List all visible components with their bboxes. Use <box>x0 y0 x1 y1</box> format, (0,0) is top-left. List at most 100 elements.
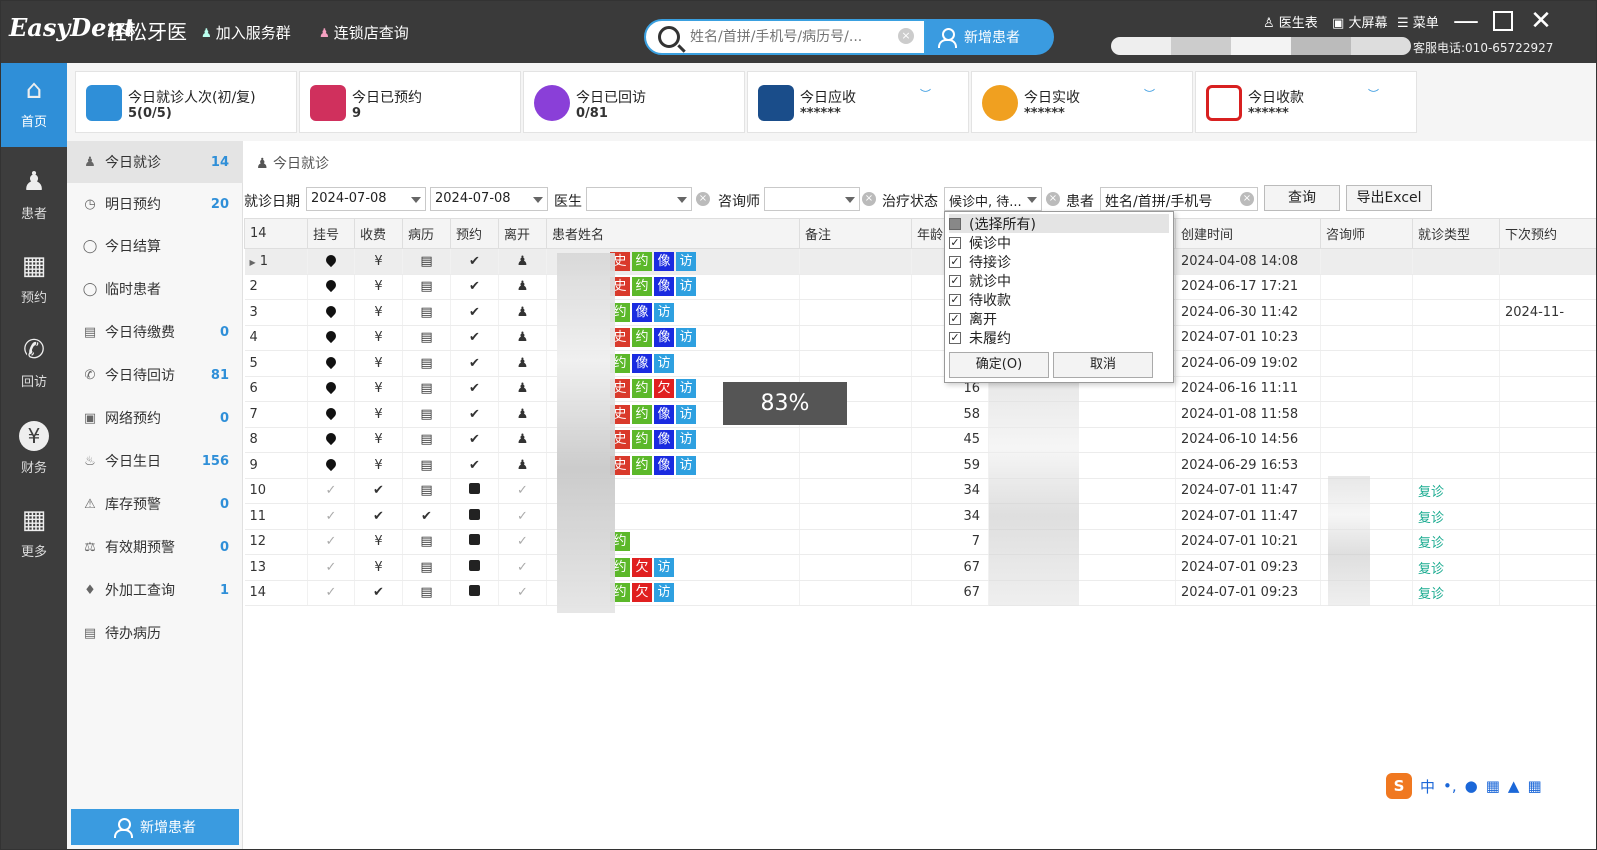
status-option-to-collect[interactable]: ✓ 待收款 <box>949 290 1169 309</box>
register-cell[interactable] <box>307 274 355 300</box>
appointment-cell[interactable]: ✔ <box>450 452 499 479</box>
table-row[interactable]: ▶ 1 ¥ ▤ ✔ ♟ 史约像访 2024-04-08 14:08 <box>244 248 1596 275</box>
stat-today-collected[interactable]: 今日收款 ****** ︶ <box>1195 71 1417 133</box>
menu-today-settlement[interactable]: ◯ 今日结算 <box>67 225 243 267</box>
record-cell[interactable]: ▤ <box>402 274 451 300</box>
keyboard-icon[interactable]: ▦ <box>1486 777 1500 795</box>
patient-tag[interactable]: 像 <box>654 430 674 450</box>
status-option-select-all[interactable]: (选择所有) <box>949 214 1169 233</box>
fee-cell[interactable]: ¥ <box>354 350 403 377</box>
clear-status-icon[interactable]: × <box>1046 192 1060 206</box>
eye-closed-icon[interactable]: ︶ <box>1144 86 1155 102</box>
col-remark[interactable]: 备注 <box>799 218 912 249</box>
record-cell[interactable]: ▤ <box>402 580 451 606</box>
chain-query-link[interactable]: ♟ 连锁店查询 <box>319 22 409 43</box>
record-cell[interactable]: ▤ <box>402 529 451 555</box>
register-cell[interactable]: ✓ <box>307 503 355 530</box>
patient-tag[interactable]: 访 <box>676 455 696 475</box>
col-register[interactable]: 挂号 <box>307 218 355 249</box>
patient-tag[interactable]: 约 <box>632 455 652 475</box>
fee-cell[interactable]: ✔ <box>354 503 403 530</box>
table-row[interactable]: 5 ¥ ▤ ✔ ♟ 约像访 2024-06-09 19:02 <box>244 350 1596 377</box>
shirt-icon[interactable]: ▲ <box>1508 777 1520 795</box>
patient-search-box[interactable]: × <box>644 19 926 55</box>
record-cell[interactable]: ▤ <box>402 401 451 428</box>
appointment-cell[interactable] <box>450 529 499 555</box>
register-cell[interactable]: ✓ <box>307 580 355 606</box>
record-cell[interactable]: ▤ <box>402 554 451 581</box>
register-cell[interactable] <box>307 452 355 479</box>
record-cell[interactable]: ✔ <box>402 503 451 530</box>
appointment-cell[interactable]: ✔ <box>450 299 499 326</box>
col-record[interactable]: 病历 <box>402 218 451 249</box>
patient-tag[interactable]: 访 <box>676 404 696 424</box>
status-option-waiting[interactable]: ✓ 候诊中 <box>949 233 1169 252</box>
appointment-cell[interactable]: ✔ <box>450 401 499 428</box>
date-from-select[interactable]: 2024-07-08 <box>306 187 426 211</box>
stat-today-visits[interactable]: 今日就诊人次(初/复) 5(0/5) <box>75 71 297 133</box>
status-select[interactable]: 候诊中, 待... <box>944 187 1042 211</box>
patient-tag[interactable]: 像 <box>654 455 674 475</box>
patient-tag[interactable]: 欠 <box>654 379 674 399</box>
register-cell[interactable]: ✓ <box>307 478 355 504</box>
register-cell[interactable] <box>307 427 355 453</box>
register-cell[interactable] <box>307 248 355 275</box>
fee-cell[interactable]: ¥ <box>354 274 403 300</box>
appointment-cell[interactable]: ✔ <box>450 248 499 275</box>
maximize-icon[interactable] <box>1488 7 1518 37</box>
patient-filter-input[interactable]: 姓名/首拼/手机号 <box>1100 187 1258 211</box>
menu-expiry-warning[interactable]: ⚖ 有效期预警 0 <box>67 526 243 568</box>
nav-finance[interactable]: ¥ 财务 <box>1 409 67 493</box>
appointment-cell[interactable]: ✔ <box>450 350 499 377</box>
table-row[interactable]: 2 ¥ ▤ ✔ ♟ 史约像访 2024-06-17 17:21 <box>244 274 1596 300</box>
patient-tag[interactable]: 访 <box>654 583 674 603</box>
menu-link[interactable]: ☰ 菜单 <box>1397 12 1439 31</box>
fee-cell[interactable]: ✔ <box>354 478 403 504</box>
patient-tag[interactable]: 像 <box>654 328 674 348</box>
leave-cell[interactable]: ♟ <box>498 376 547 402</box>
leave-cell[interactable]: ♟ <box>498 452 547 479</box>
clear-patient-icon[interactable]: × <box>1240 192 1254 206</box>
menu-tomorrow-appointments[interactable]: ◷ 明日预约 20 <box>67 183 243 225</box>
status-option-no-show[interactable]: ✓ 未履约 <box>949 328 1169 347</box>
dropdown-cancel-button[interactable]: 取消 <box>1053 352 1153 378</box>
col-created[interactable]: 创建时间 <box>1175 218 1321 249</box>
nav-appointments[interactable]: ▦ 预约 <box>1 239 67 323</box>
record-cell[interactable]: ▤ <box>402 452 451 479</box>
leave-cell[interactable]: ✓ <box>498 554 547 581</box>
status-option-to-receive[interactable]: ✓ 待接诊 <box>949 252 1169 271</box>
menu-pending-records[interactable]: ▤ 待办病历 <box>67 612 243 654</box>
ime-mode[interactable]: 中 <box>1420 776 1435 797</box>
col-patient-name[interactable]: 患者姓名 <box>546 218 800 249</box>
fee-cell[interactable]: ¥ <box>354 554 403 581</box>
table-row[interactable]: 9 ¥ ▤ ✔ ♟ 史约像访 59 2024-06-29 16:53 <box>244 452 1596 479</box>
leave-cell[interactable]: ✓ <box>498 478 547 504</box>
table-row[interactable]: 11 ✓ ✔ ✔ ✓ 34 2024-07-01 11:47 复诊 <box>244 503 1596 530</box>
fee-cell[interactable]: ¥ <box>354 299 403 326</box>
col-leave[interactable]: 离开 <box>498 218 547 249</box>
patient-tag[interactable]: 像 <box>654 251 674 271</box>
register-cell[interactable] <box>307 401 355 428</box>
join-group-link[interactable]: ♟ 加入服务群 <box>201 22 291 43</box>
table-row[interactable]: 3 ¥ ▤ ✔ ♟ 约像访 2024-06-30 11:42 2024-11- <box>244 299 1596 326</box>
fee-cell[interactable]: ¥ <box>354 401 403 428</box>
menu-online-appointments[interactable]: ▣ 网络预约 0 <box>67 397 243 439</box>
appointment-cell[interactable]: ✔ <box>450 376 499 402</box>
fee-cell[interactable]: ✔ <box>354 580 403 606</box>
register-cell[interactable] <box>307 325 355 351</box>
menu-pending-payment[interactable]: ▤ 今日待缴费 0 <box>67 311 243 353</box>
microphone-icon[interactable]: ● <box>1465 777 1478 795</box>
patient-tag[interactable]: 访 <box>676 277 696 297</box>
record-cell[interactable]: ▤ <box>402 478 451 504</box>
register-cell[interactable] <box>307 350 355 377</box>
record-cell[interactable]: ▤ <box>402 325 451 351</box>
nav-followup[interactable]: ✆ 回访 <box>1 323 67 407</box>
leave-cell[interactable]: ♟ <box>498 401 547 428</box>
table-row[interactable]: 4 ¥ ▤ ✔ ♟ 史约像访 2024-07-01 10:23 <box>244 325 1596 351</box>
patient-tag[interactable]: 访 <box>654 353 674 373</box>
stat-today-followups[interactable]: 今日已回访 0/81 <box>523 71 745 133</box>
patient-tag[interactable]: 访 <box>654 557 674 577</box>
patient-tag[interactable]: 约 <box>632 328 652 348</box>
big-screen-link[interactable]: ▣ 大屏幕 <box>1332 12 1387 31</box>
close-icon[interactable]: ✕ <box>1526 7 1556 37</box>
